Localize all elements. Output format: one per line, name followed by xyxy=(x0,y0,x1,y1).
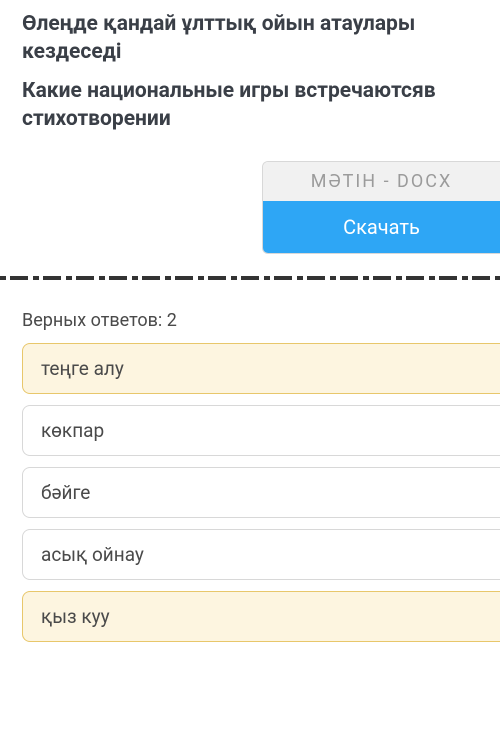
question-text-kz: Өлеңде қандай ұлттық ойын атаулары кезде… xyxy=(22,10,478,67)
download-button[interactable]: Скачать xyxy=(263,201,500,253)
question-text-ru: Какие национальные игры встречаютсяв сти… xyxy=(22,77,478,134)
file-attachment-box: МӘТІН - DOCX Скачать xyxy=(262,161,500,254)
answer-option[interactable]: бәйге xyxy=(22,467,500,518)
answer-option[interactable]: қыз куу xyxy=(22,591,500,642)
section-divider xyxy=(0,276,500,280)
answer-option[interactable]: асық ойнау xyxy=(22,529,500,580)
answer-option[interactable]: теңге алу xyxy=(22,343,500,394)
file-attachment-section: МӘТІН - DOCX Скачать xyxy=(0,161,500,254)
file-type-label: МӘТІН - DOCX xyxy=(263,162,500,201)
answer-option[interactable]: көкпар xyxy=(22,405,500,456)
correct-answers-count: Верных ответов: 2 xyxy=(22,310,500,331)
answers-section: Верных ответов: 2 теңге алу көкпар бәйге ас… xyxy=(0,310,500,642)
answers-list: теңге алу көкпар бәйге асық ойнау қыз куу xyxy=(22,343,500,642)
question-header: Өлеңде қандай ұлттық ойын атаулары кезде… xyxy=(0,0,500,153)
